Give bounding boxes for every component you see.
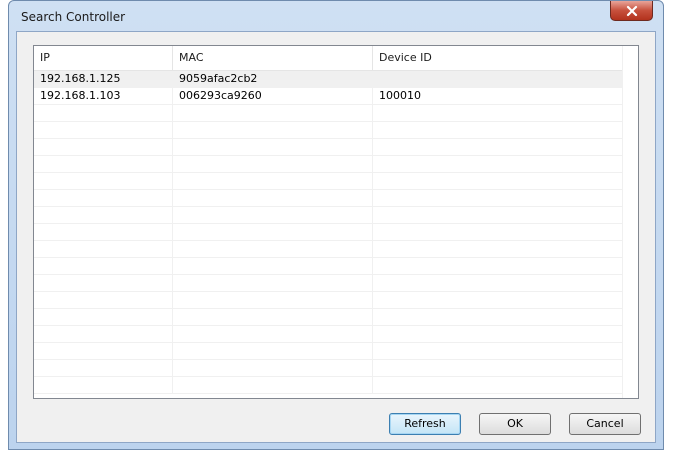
table-row[interactable] [34,105,624,122]
table-row[interactable] [34,224,624,241]
cell-device-id: 100010 [373,88,624,104]
cell-ip [34,377,173,393]
table-row[interactable] [34,241,624,258]
cell-ip [34,292,173,308]
cell-device-id [373,105,624,121]
close-button[interactable] [610,1,653,21]
cell-device-id [373,156,624,172]
cell-ip: 192.168.1.125 [34,71,173,87]
table-row[interactable] [34,275,624,292]
vertical-scrollbar[interactable] [622,46,638,398]
cell-device-id [373,139,624,155]
dialog-window: Search Controller IP MAC Device ID 192.1… [8,0,664,450]
cell-mac [173,207,373,223]
column-header-mac[interactable]: MAC [173,46,373,70]
table-row[interactable] [34,139,624,156]
table-row[interactable] [34,190,624,207]
table-row[interactable] [34,122,624,139]
cell-ip [34,241,173,257]
cell-mac [173,309,373,325]
table-row[interactable] [34,156,624,173]
cell-mac [173,275,373,291]
cell-mac [173,360,373,376]
controller-list[interactable]: IP MAC Device ID 192.168.1.125 9059afac2c… [33,45,639,399]
cell-mac [173,173,373,189]
close-icon [626,5,637,16]
cell-device-id [373,258,624,274]
cell-mac [173,258,373,274]
cell-ip [34,343,173,359]
cell-ip [34,156,173,172]
cell-mac [173,292,373,308]
cell-mac [173,190,373,206]
table-row[interactable]: 192.168.1.125 9059afac2cb2 [34,71,624,88]
cell-mac [173,105,373,121]
cell-ip [34,207,173,223]
cell-device-id [373,360,624,376]
window-title: Search Controller [21,10,126,24]
cell-device-id [373,326,624,342]
column-header-ip[interactable]: IP [34,46,173,70]
cell-mac [173,122,373,138]
table-row[interactable] [34,292,624,309]
list-header: IP MAC Device ID [34,46,624,71]
cell-device-id [373,173,624,189]
table-row[interactable]: 192.168.1.103 006293ca9260 100010 [34,88,624,105]
cell-device-id [373,122,624,138]
cell-device-id [373,207,624,223]
table-row[interactable] [34,309,624,326]
cell-ip [34,122,173,138]
cell-mac [173,156,373,172]
cell-device-id [373,292,624,308]
cell-mac [173,343,373,359]
cell-mac: 006293ca9260 [173,88,373,104]
refresh-button[interactable]: Refresh [389,413,461,435]
cell-mac [173,326,373,342]
cell-ip [34,360,173,376]
cell-device-id [373,71,624,87]
table-row[interactable] [34,377,624,394]
table-row[interactable] [34,343,624,360]
cell-device-id [373,241,624,257]
ok-button[interactable]: OK [479,413,551,435]
cell-ip [34,224,173,240]
list-rows: 192.168.1.125 9059afac2cb2 192.168.1.103 00… [34,71,624,394]
cell-device-id [373,377,624,393]
cell-ip [34,190,173,206]
cell-ip [34,275,173,291]
cell-mac [173,377,373,393]
cell-ip [34,139,173,155]
cell-ip [34,326,173,342]
cell-mac [173,139,373,155]
cell-ip [34,105,173,121]
cell-device-id [373,309,624,325]
column-header-device-id[interactable]: Device ID [373,46,624,70]
cell-ip [34,258,173,274]
cell-ip [34,173,173,189]
cell-mac [173,241,373,257]
dialog-client-area: IP MAC Device ID 192.168.1.125 9059afac2c… [16,31,656,443]
cell-mac [173,224,373,240]
table-row[interactable] [34,326,624,343]
cell-device-id [373,224,624,240]
cell-ip: 192.168.1.103 [34,88,173,104]
table-row[interactable] [34,207,624,224]
cell-device-id [373,190,624,206]
table-row[interactable] [34,173,624,190]
cell-mac: 9059afac2cb2 [173,71,373,87]
cancel-button[interactable]: Cancel [569,413,641,435]
title-bar[interactable]: Search Controller [9,1,663,31]
cell-device-id [373,343,624,359]
table-row[interactable] [34,360,624,377]
table-row[interactable] [34,258,624,275]
cell-ip [34,309,173,325]
cell-device-id [373,275,624,291]
